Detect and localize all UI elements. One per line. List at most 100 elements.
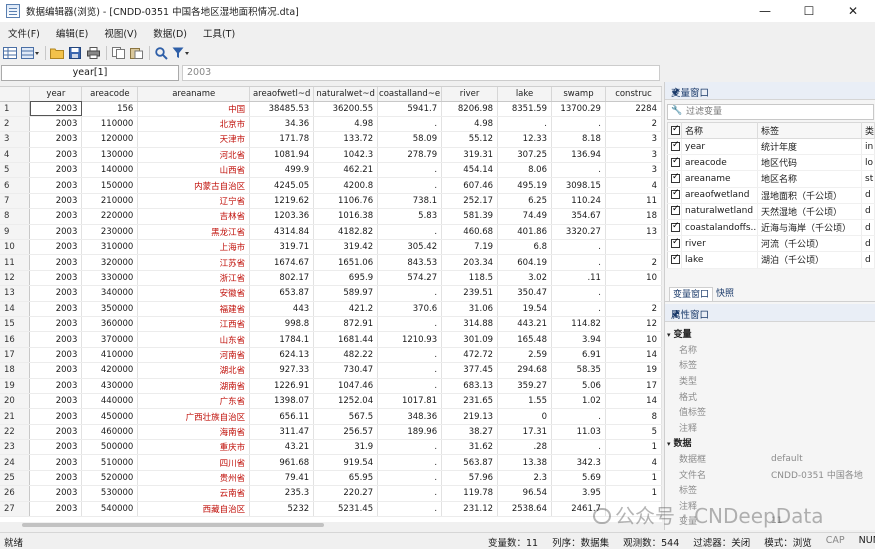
variable-checkbox[interactable] (667, 154, 682, 172)
column-header-construc[interactable]: construc (605, 87, 662, 102)
table-cell[interactable]: 0 (497, 408, 552, 425)
table-cell[interactable]: 43.21 (249, 439, 315, 456)
variable-checkbox[interactable] (667, 187, 682, 204)
table-cell[interactable]: 430000 (81, 378, 139, 394)
table-cell[interactable]: 156 (81, 101, 139, 117)
table-cell[interactable]: . (551, 162, 606, 179)
variable-checkbox[interactable] (667, 138, 682, 156)
table-cell[interactable]: 1210.93 (377, 331, 443, 348)
table-cell[interactable]: 495.19 (497, 177, 552, 194)
table-cell[interactable]: . (377, 347, 443, 364)
table-cell[interactable]: 118.5 (441, 270, 499, 287)
table-cell[interactable]: 220000 (81, 208, 139, 225)
table-cell-areaname[interactable]: 湖北省 (137, 362, 251, 379)
table-cell[interactable]: 2003 (29, 147, 83, 164)
variable-row[interactable]: areaname地区名称st (667, 170, 875, 188)
row-number[interactable]: 14 (0, 301, 31, 317)
table-cell[interactable]: 31.06 (441, 301, 499, 317)
row-number[interactable]: 18 (0, 362, 31, 379)
close-button[interactable]: ✕ (831, 0, 875, 22)
row-number[interactable]: 10 (0, 239, 31, 256)
table-cell[interactable]: 607.46 (441, 177, 499, 194)
table-cell[interactable]: 311.47 (249, 424, 315, 441)
row-number[interactable]: 20 (0, 393, 31, 410)
table-cell[interactable]: 2003 (29, 378, 83, 394)
table-cell[interactable]: 8206.98 (441, 101, 499, 117)
table-cell[interactable]: 2003 (29, 254, 83, 271)
table-cell[interactable]: 3.94 (551, 331, 606, 348)
table-cell[interactable]: 130000 (81, 147, 139, 164)
table-cell[interactable]: 310000 (81, 239, 139, 256)
table-cell[interactable]: 150000 (81, 177, 139, 194)
variable-row[interactable]: coastalandoffs...近海与海岸（千公顷）d (667, 219, 875, 237)
table-cell[interactable]: 4182.82 (313, 224, 379, 241)
row-number[interactable]: 17 (0, 347, 31, 364)
table-cell[interactable]: . (377, 224, 443, 241)
variable-row[interactable]: year统计年度in (667, 138, 875, 156)
table-cell[interactable]: 2003 (29, 193, 83, 210)
scrollbar-thumb[interactable] (22, 523, 324, 527)
paste-icon[interactable] (128, 45, 144, 61)
table-cell[interactable]: 2003 (29, 408, 83, 425)
table-cell[interactable]: . (551, 254, 606, 271)
table-cell[interactable]: 359.27 (497, 378, 552, 394)
table-cell-areaname[interactable]: 四川省 (137, 454, 251, 471)
table-cell[interactable]: . (377, 162, 443, 179)
table-cell[interactable]: 802.17 (249, 270, 315, 287)
table-cell[interactable]: 3.02 (497, 270, 552, 287)
table-cell[interactable]: 120000 (81, 131, 139, 148)
tab-snapshots[interactable]: 快照 (713, 287, 737, 301)
table-cell[interactable]: 410000 (81, 347, 139, 364)
table-cell[interactable]: 1081.94 (249, 147, 315, 164)
table-cell[interactable]: 2284 (605, 101, 662, 117)
row-number[interactable]: 3 (0, 131, 31, 148)
table-cell[interactable]: 350.47 (497, 285, 552, 302)
table-cell[interactable]: 1017.81 (377, 393, 443, 410)
table-cell[interactable]: 2003 (29, 439, 83, 456)
table-cell[interactable]: 1681.44 (313, 331, 379, 348)
table-cell[interactable]: . (377, 362, 443, 379)
grid-view-icon[interactable] (2, 45, 18, 61)
table-cell[interactable]: 421.2 (313, 301, 379, 317)
table-cell[interactable]: 13 (605, 224, 662, 241)
table-cell[interactable]: 2003 (29, 116, 83, 133)
table-cell[interactable]: 2003 (29, 362, 83, 379)
table-cell-areaname[interactable]: 西藏自治区 (137, 501, 251, 518)
table-cell[interactable]: 4.98 (441, 116, 499, 133)
table-cell[interactable]: 2003 (29, 101, 83, 117)
table-cell[interactable]: 17 (605, 378, 662, 394)
table-cell[interactable]: 11.03 (551, 424, 606, 441)
table-cell[interactable]: 10 (605, 331, 662, 348)
menu-file[interactable]: 文件(F) (8, 26, 40, 40)
table-cell[interactable]: 2003 (29, 131, 83, 148)
row-number[interactable]: 5 (0, 162, 31, 179)
table-cell[interactable]: 110.24 (551, 193, 606, 210)
column-header-areaofwetld[interactable]: areaofwetl~d (249, 87, 315, 102)
table-cell[interactable]: 235.3 (249, 485, 315, 502)
row-number[interactable]: 11 (0, 254, 31, 271)
table-cell[interactable]: 460.68 (441, 224, 499, 241)
table-cell[interactable]: 13700.29 (551, 101, 606, 117)
table-cell[interactable]: 307.25 (497, 147, 552, 164)
table-cell[interactable]: 3.95 (551, 485, 606, 502)
table-cell[interactable]: 1226.91 (249, 378, 315, 394)
var-label-header[interactable]: 标签 (757, 122, 862, 139)
table-cell[interactable]: 2003 (29, 485, 83, 502)
table-cell[interactable]: 420000 (81, 362, 139, 379)
table-cell[interactable]: 57.96 (441, 470, 499, 487)
column-header-areacode[interactable]: areacode (81, 87, 139, 102)
table-cell[interactable]: 2003 (29, 331, 83, 348)
table-cell[interactable]: 2003 (29, 454, 83, 471)
table-cell[interactable]: 2538.64 (497, 501, 552, 518)
property-row[interactable]: 注释 (667, 420, 874, 436)
table-cell[interactable]: 14 (605, 347, 662, 364)
table-cell-areaname[interactable]: 安徽省 (137, 285, 251, 302)
table-cell[interactable]: . (551, 439, 606, 456)
variable-checkbox[interactable] (667, 170, 682, 188)
table-cell-areaname[interactable]: 云南省 (137, 485, 251, 502)
table-cell[interactable]: 4 (605, 177, 662, 194)
table-cell[interactable]: 377.45 (441, 362, 499, 379)
variable-reference-box[interactable]: year[1] (1, 65, 179, 81)
table-cell-areaname[interactable]: 广西壮族自治区 (137, 408, 251, 425)
table-cell[interactable]: 5.83 (377, 208, 443, 225)
